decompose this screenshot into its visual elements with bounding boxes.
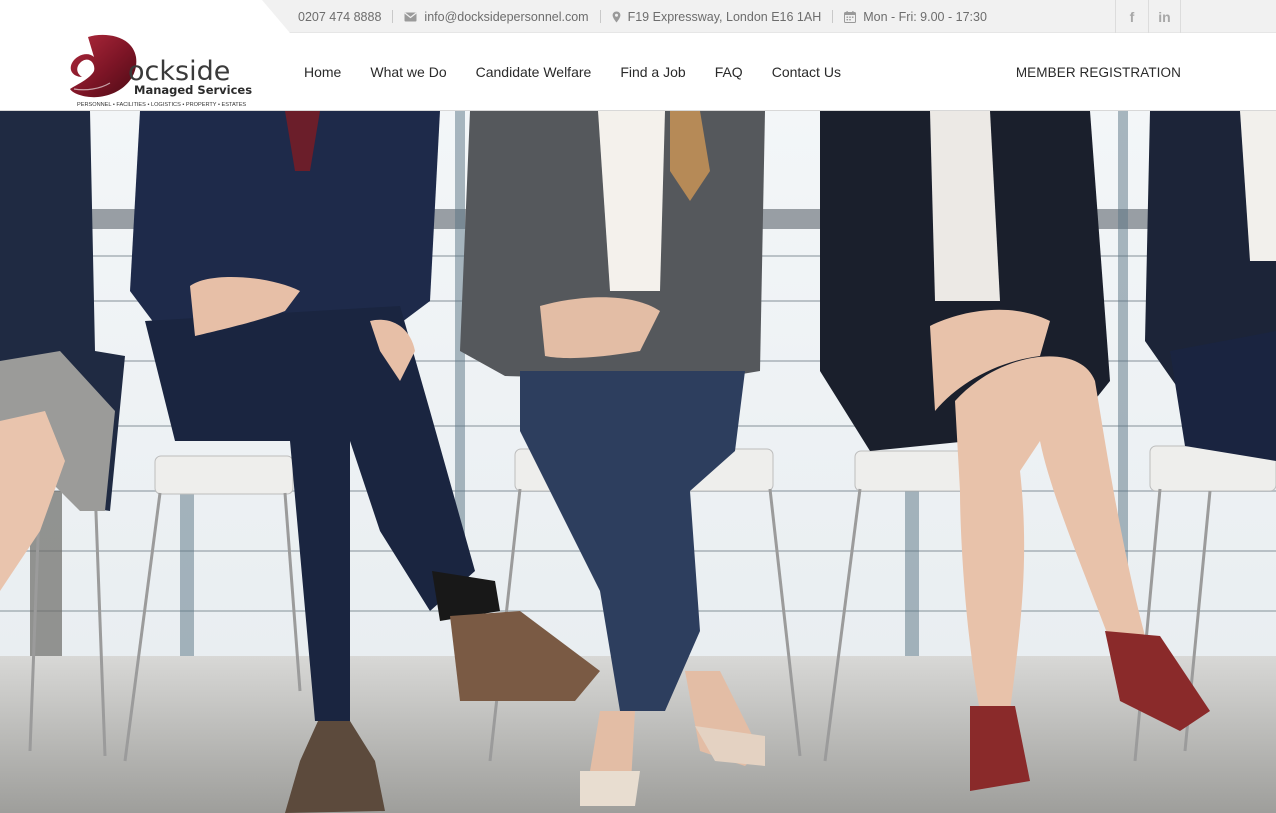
- top-info-bar: 0207 474 8888 info@dockside­personnel.co…: [0, 0, 1276, 33]
- email-address[interactable]: info@dockside­personnel.com: [424, 10, 588, 24]
- topbar-logo-tab: [0, 0, 290, 33]
- logo-subtitle: Managed Services: [134, 83, 252, 97]
- phone-contact[interactable]: 0207 474 8888: [298, 10, 381, 24]
- opening-hours: Mon - Fri: 9.00 - 17:30: [863, 9, 987, 24]
- site-header: ockside Managed Services PERSONNEL • FAC…: [0, 33, 1276, 111]
- nav-faq[interactable]: FAQ: [715, 64, 743, 80]
- envelope-icon: [404, 12, 417, 22]
- hours-contact: Mon - Fri: 9.00 - 17:30: [844, 10, 987, 24]
- contact-strip: 0207 474 8888 info@dockside­personnel.co…: [298, 0, 987, 33]
- main-navigation: Home What we Do Candidate Welfare Find a…: [304, 33, 870, 111]
- address-contact: F19 Expressway, London E16 1AH: [612, 9, 822, 24]
- divider: [392, 10, 394, 23]
- divider: [832, 10, 834, 23]
- facebook-icon[interactable]: f: [1115, 0, 1148, 33]
- nav-candidate-welfare[interactable]: Candidate Welfare: [476, 64, 592, 80]
- hero-photo: [0, 111, 1276, 813]
- hero-banner: [0, 111, 1276, 813]
- address-text: F19 Expressway, London E16 1AH: [627, 9, 822, 24]
- nav-find-a-job[interactable]: Find a Job: [620, 64, 685, 80]
- linkedin-icon[interactable]: in: [1148, 0, 1181, 33]
- nav-what-we-do[interactable]: What we Do: [370, 64, 446, 80]
- social-links: f in: [1115, 0, 1181, 33]
- nav-home[interactable]: Home: [304, 64, 341, 80]
- divider: [599, 10, 601, 23]
- map-pin-icon: [612, 11, 621, 23]
- logo-graphic: ockside Managed Services PERSONNEL • FAC…: [70, 34, 252, 108]
- phone-number[interactable]: 0207 474 8888: [298, 10, 381, 24]
- logo-initial-glyph: [70, 34, 137, 98]
- nav-contact-us[interactable]: Contact Us: [772, 64, 841, 80]
- dockside-logo[interactable]: ockside Managed Services PERSONNEL • FAC…: [66, 33, 256, 110]
- email-contact[interactable]: info@dockside­personnel.com: [404, 10, 589, 24]
- calendar-icon: [844, 10, 857, 23]
- logo-tagline: PERSONNEL • FACILITIES • LOGISTICS • PRO…: [77, 102, 246, 108]
- member-registration-link[interactable]: MEMBER REGISTRATION: [1016, 33, 1181, 111]
